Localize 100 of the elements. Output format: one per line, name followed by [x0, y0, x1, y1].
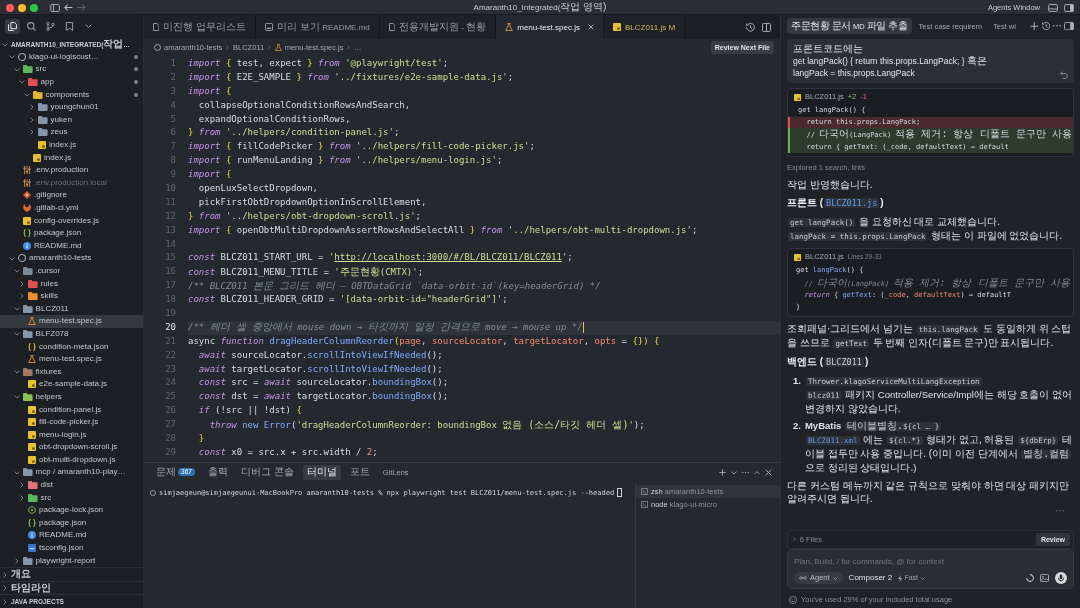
chevron-right-icon[interactable]: [20, 482, 24, 489]
tree-item[interactable]: amaranth10-tests: [0, 252, 143, 265]
chevron-down-icon[interactable]: [14, 395, 20, 399]
panel-tab[interactable]: 출력: [203, 465, 232, 480]
code-line: async function dragHeaderColumnReorder(page, sourceLocator, targetLocator, opts = {}) {: [188, 334, 660, 348]
tree-item[interactable]: src: [0, 491, 143, 504]
tree-item[interactable]: skills: [0, 289, 143, 303]
history-icon[interactable]: [1041, 21, 1050, 31]
tree-item[interactable]: package.json: [0, 516, 143, 530]
panel-tab[interactable]: 포트: [345, 465, 374, 480]
tree-item[interactable]: package-lock.json: [0, 503, 143, 517]
chevron-right-icon[interactable]: [30, 104, 34, 111]
sidebar-toggle-icon[interactable]: [50, 3, 60, 12]
tree-item[interactable]: fill-code-picker.js: [0, 415, 143, 429]
image-icon[interactable]: [1040, 574, 1049, 582]
tree-item[interactable]: index.js: [0, 151, 143, 164]
chevron-right-icon[interactable]: [20, 280, 24, 287]
tree-item[interactable]: menu-login.js: [0, 428, 143, 441]
zoom-button[interactable]: [30, 3, 38, 12]
chevron-down-icon[interactable]: [9, 256, 15, 261]
activity-tab[interactable]: [5, 19, 20, 34]
microphone-icon[interactable]: [1055, 572, 1067, 584]
tree-item[interactable]: src: [0, 63, 143, 76]
close-icon[interactable]: [765, 469, 772, 476]
tree-item[interactable]: .gitlab-ci.yml: [0, 201, 143, 215]
tree-item[interactable]: app: [0, 75, 143, 89]
tree-item[interactable]: rules: [0, 277, 143, 290]
sidebar-toggle-icon[interactable]: [1064, 21, 1074, 31]
tree-item[interactable]: mcp / amaranth10-play…: [0, 466, 143, 479]
line-number: 14: [164, 237, 176, 251]
chevron-down-icon[interactable]: [14, 306, 20, 311]
section-header[interactable]: 타임라인: [0, 581, 143, 595]
split-editor-icon[interactable]: [762, 22, 771, 32]
tree-item[interactable]: condition-panel.js: [0, 403, 143, 416]
tree-item[interactable]: BLCZ011: [0, 302, 143, 316]
tree-item[interactable]: .env.production.local: [0, 176, 143, 190]
tree-item[interactable]: menu-test.spec.js: [0, 315, 143, 328]
file-link[interactable]: BLCZ011.js: [824, 198, 880, 208]
chevron-right-icon[interactable]: [15, 557, 19, 564]
tree-item[interactable]: menu-test.spec.js: [0, 352, 143, 366]
tree-item[interactable]: tsconfig.json: [0, 541, 143, 555]
chevron-right-icon[interactable]: [30, 129, 34, 136]
tree-item[interactable]: condition-meta.json: [0, 340, 143, 353]
chevron-down-icon[interactable]: [14, 470, 20, 475]
tree-item[interactable]: .env.production: [0, 163, 143, 177]
tree-item[interactable]: BLFZ078: [0, 327, 143, 341]
chevron-up-icon[interactable]: [754, 470, 760, 475]
chevron-down-icon[interactable]: [9, 55, 15, 59]
undo-icon[interactable]: [1060, 71, 1068, 79]
chevron-down-icon[interactable]: [14, 369, 20, 374]
plus-icon[interactable]: [719, 469, 726, 476]
chevron-right-icon[interactable]: [30, 116, 34, 123]
tree-item[interactable]: zeus: [0, 126, 143, 139]
editor-tab[interactable]: 미리 보기 README.md: [256, 15, 380, 39]
tree-item[interactable]: fixtures: [0, 365, 143, 379]
activity-tab[interactable]: [43, 19, 58, 34]
tree-item[interactable]: e2e-sample-data.js: [0, 378, 143, 391]
editor-tab[interactable]: 미진행 업무리스트: [144, 15, 257, 39]
back-arrow-icon[interactable]: [64, 4, 73, 11]
tree-item[interactable]: index.js: [0, 138, 143, 152]
tree-item[interactable]: helpers: [0, 390, 143, 404]
panel-tab[interactable]: 디버그 콘솔: [236, 465, 298, 480]
panel-tab[interactable]: 터미널: [302, 465, 341, 480]
tree-item[interactable]: yuken: [0, 113, 143, 127]
editor-tab[interactable]: menu-test.spec.js: [496, 15, 604, 39]
tree-item[interactable]: obt-multi-dropdown.js: [0, 453, 143, 467]
tree-item[interactable]: klago-ui-logiscust…: [0, 50, 143, 64]
tree-item[interactable]: package.json: [0, 226, 143, 240]
sidebar-toggle-icon[interactable]: [1064, 3, 1074, 12]
tree-item[interactable]: dist: [0, 478, 143, 492]
chevron-down-icon[interactable]: [14, 67, 20, 72]
close-icon[interactable]: [587, 24, 594, 30]
tree-item[interactable]: .gitignore: [0, 189, 143, 202]
chevron-down-icon[interactable]: [14, 332, 20, 336]
chevron-right-icon[interactable]: [20, 494, 24, 501]
history-icon[interactable]: [746, 22, 755, 32]
tree-item[interactable]: README.md: [0, 239, 143, 253]
tree-item[interactable]: playwright-report: [0, 554, 143, 567]
close-button[interactable]: [6, 3, 14, 12]
message-input[interactable]: Plan, Build, / for commands, @ for context: [794, 555, 1067, 567]
tree-item[interactable]: config-overrides.js: [0, 214, 143, 227]
activity-tab[interactable]: [24, 19, 39, 34]
section-header[interactable]: 개요: [0, 568, 143, 581]
tree-item[interactable]: youngchun01: [0, 100, 143, 114]
chevron-down-icon[interactable]: [19, 80, 25, 84]
chevron-down-icon[interactable]: [14, 269, 20, 273]
tree-item[interactable]: .cursor: [0, 264, 143, 278]
editor-tab[interactable]: BLCZ011.js M: [603, 15, 686, 39]
minimize-button[interactable]: [18, 3, 26, 12]
plus-icon[interactable]: [1030, 21, 1039, 31]
tree-item[interactable]: obt-dropdown-scroll.js: [0, 441, 143, 454]
chevron-right-icon[interactable]: [20, 293, 24, 300]
tree-item[interactable]: components: [0, 88, 143, 101]
editor-tab[interactable]: 전용개발지원 - 현황: [379, 15, 497, 39]
more-icon[interactable]: [742, 471, 749, 474]
chevron-down-icon[interactable]: [24, 92, 30, 97]
chevron-down-icon[interactable]: [731, 470, 737, 475]
tree-item[interactable]: README.md: [0, 529, 143, 542]
layout-icon[interactable]: [1048, 3, 1058, 12]
model-button[interactable]: Composer 2: [848, 573, 893, 583]
